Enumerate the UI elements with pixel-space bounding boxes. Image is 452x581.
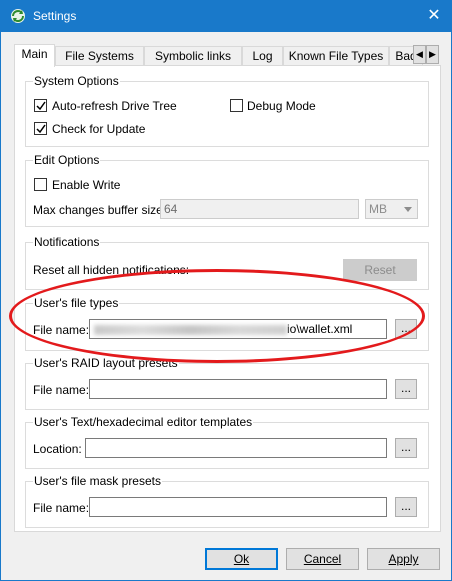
buffer-size-label: Max changes buffer size: [33, 203, 167, 217]
group-title: User's Text/hexadecimal editor templates [33, 415, 254, 429]
group-title: System Options [33, 74, 120, 88]
buffer-unit-value: MB [369, 202, 387, 216]
check-update-label: Check for Update [52, 122, 146, 136]
buffer-size-input[interactable]: 64 [160, 199, 359, 219]
group-title: User's file mask presets [33, 474, 162, 488]
raid-filename-label: File name: [33, 383, 90, 397]
tab-symbolic-links[interactable]: Symbolic links [144, 46, 242, 67]
close-icon[interactable]: ✕ [417, 1, 451, 32]
mask-filename-label: File name: [33, 501, 90, 515]
mask-browse-button[interactable]: ... [395, 497, 417, 517]
system-options-group: System Options [25, 74, 429, 147]
file-types-filename-label: File name: [33, 323, 90, 337]
file-types-filename-value: io\wallet.xml [287, 322, 353, 336]
templates-browse-button[interactable]: ... [395, 438, 417, 458]
cancel-button[interactable]: Cancel [286, 548, 359, 570]
settings-window: Settings ✕ Main File Systems Symbolic li… [0, 0, 452, 581]
tab-main[interactable]: Main [14, 44, 55, 67]
group-title: Edit Options [33, 153, 101, 167]
raid-browse-button[interactable]: ... [395, 379, 417, 399]
checkmark-icon [36, 124, 46, 134]
check-update-checkbox[interactable] [34, 122, 47, 135]
tab-known-file-types[interactable]: Known File Types [283, 46, 389, 67]
auto-refresh-checkbox[interactable] [34, 99, 47, 112]
refresh-arrows-icon [11, 9, 25, 23]
tab-log[interactable]: Log [242, 46, 283, 67]
debug-mode-checkbox[interactable] [230, 99, 243, 112]
templates-location-label: Location: [33, 442, 82, 456]
enable-write-checkbox[interactable] [34, 178, 47, 191]
mask-filename-input[interactable] [89, 497, 387, 517]
apply-button-label: Apply [388, 552, 419, 566]
tab-file-systems[interactable]: File Systems [55, 46, 144, 67]
redacted-path [94, 324, 287, 335]
ok-button-label: Ok [233, 552, 250, 566]
templates-location-input[interactable] [85, 438, 387, 458]
auto-refresh-label: Auto-refresh Drive Tree [52, 99, 177, 113]
tab-scroll-left-icon[interactable]: ◀ [413, 45, 426, 64]
file-types-filename-input[interactable]: io\wallet.xml [89, 319, 387, 339]
cancel-button-label: Cancel [303, 552, 342, 566]
raid-filename-input[interactable] [89, 379, 387, 399]
group-title: User's RAID layout presets [33, 356, 179, 370]
debug-mode-label: Debug Mode [247, 99, 316, 113]
tab-scroll-right-icon[interactable]: ▶ [426, 45, 439, 64]
reset-notifications-label: Reset all hidden notifications: [33, 263, 190, 277]
checkmark-icon [36, 101, 46, 111]
file-types-browse-button[interactable]: ... [395, 319, 417, 339]
group-title: User's file types [33, 296, 120, 310]
apply-button[interactable]: Apply [367, 548, 440, 570]
ok-button[interactable]: Ok [205, 548, 278, 570]
title-bar[interactable]: Settings ✕ [1, 1, 451, 32]
enable-write-label: Enable Write [52, 178, 121, 192]
tab-strip: Main File Systems Symbolic links Log Kno… [14, 44, 440, 67]
chevron-down-icon [404, 207, 412, 212]
group-title: Notifications [33, 235, 101, 249]
window-title: Settings [33, 9, 77, 23]
reset-button[interactable]: Reset [343, 259, 417, 281]
buffer-unit-select[interactable]: MB [365, 199, 418, 219]
